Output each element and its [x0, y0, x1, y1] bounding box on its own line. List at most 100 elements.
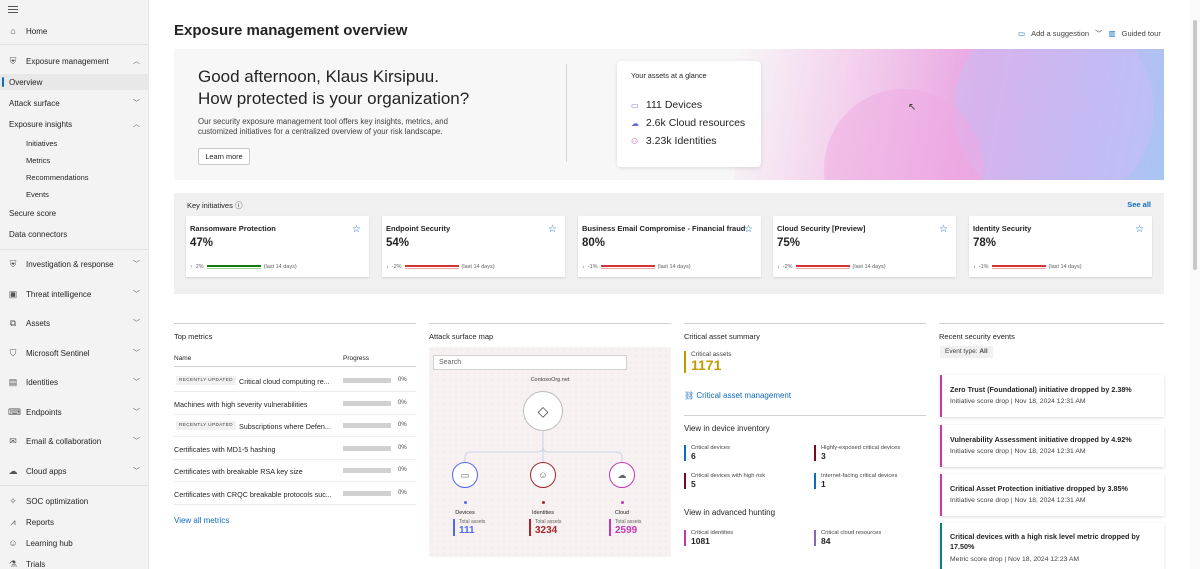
sidebar-item-events[interactable]: Events — [0, 186, 149, 202]
sidebar-item-identities[interactable]: ▤ Identities ﹀ — [0, 374, 149, 390]
info-icon[interactable]: ⓘ — [235, 201, 243, 210]
progress-bar — [343, 468, 391, 473]
sidebar-item-data-connectors[interactable]: Data connectors — [0, 226, 149, 242]
sidebar-item-trials[interactable]: ⚗ Trials — [0, 556, 149, 569]
menu-icon[interactable] — [8, 6, 18, 15]
table-row[interactable]: RECENTLY UPDATED Critical cloud computing… — [174, 370, 416, 392]
table-row[interactable]: Certificates with MD1-5 hashing 0% — [174, 438, 416, 460]
devices-node-icon[interactable]: ▭ — [452, 462, 478, 488]
star-icon[interactable]: ☆ — [939, 224, 948, 235]
recently-updated-badge: RECENTLY UPDATED — [176, 421, 236, 430]
event-card[interactable]: Critical devices with a high risk level … — [940, 523, 1164, 569]
guided-tour-button[interactable]: Guided tour — [1122, 29, 1161, 38]
sidebar-item-cloud-apps[interactable]: ☁ Cloud apps ﹀ — [0, 463, 149, 479]
table-row[interactable]: Certificates with CRQC breakable protoco… — [174, 483, 416, 505]
cloud-node-icon[interactable]: ☁ — [609, 462, 635, 488]
critical-identities[interactable]: Critical identities 1081 — [684, 530, 733, 546]
page-scrollbar[interactable] — [1190, 0, 1200, 569]
glance-cloud-resources[interactable]: ☁ 2.6k Cloud resources — [631, 117, 745, 129]
initiative-card[interactable]: Cloud Security [Preview] ☆ 75% ↓ -2% (las… — [773, 216, 956, 277]
sidebar-item-email[interactable]: ✉ Email & collaboration ﹀ — [0, 433, 149, 449]
progress-value: 0% — [398, 467, 407, 473]
critical-assets-count[interactable]: Critical assets 1171 — [684, 351, 731, 373]
sidebar-item-label: Endpoints — [26, 407, 62, 417]
attack-surface-map[interactable]: Search ContosoOrg.net ◇ ▭ ☺ ☁ Devices Id… — [429, 347, 671, 557]
key-initiatives-title: Key initiatives ⓘ — [187, 201, 243, 210]
event-card[interactable]: Zero Trust (Foundational) initiative dro… — [940, 375, 1164, 417]
initiative-card[interactable]: Identity Security ☆ 78% ↓ -1% (last 14 da… — [969, 216, 1152, 277]
sidebar-item-label: Assets — [26, 318, 51, 328]
critical-devices[interactable]: Critical devices 6 — [684, 445, 730, 461]
see-all-link[interactable]: See all — [1127, 200, 1151, 209]
sparkline — [600, 265, 655, 269]
scrollbar-thumb[interactable] — [1193, 20, 1197, 270]
column-header-name[interactable]: Name — [174, 355, 191, 362]
event-title: Zero Trust (Foundational) initiative dro… — [950, 385, 1132, 394]
add-suggestion-button[interactable]: Add a suggestion — [1031, 29, 1089, 38]
sidebar-item-metrics[interactable]: Metrics — [0, 152, 149, 168]
hero-background — [734, 49, 1164, 180]
column-header-progress[interactable]: Progress — [343, 355, 369, 362]
event-meta: Metric score drop | Nov 18, 2024 12:23 A… — [950, 556, 1080, 563]
sidebar-item-threat-intelligence[interactable]: ▣ Threat intelligence ﹀ — [0, 286, 149, 302]
star-icon[interactable]: ☆ — [352, 224, 361, 235]
sidebar-item-recommendations[interactable]: Recommendations — [0, 169, 149, 185]
glance-identities[interactable]: ⚇ 3.23k Identities — [631, 135, 717, 147]
event-type-filter[interactable]: Event type: All — [940, 346, 993, 358]
sidebar-item-label: Metrics — [26, 155, 51, 165]
sidebar-item-secure-score[interactable]: Secure score — [0, 205, 149, 221]
learn-more-button[interactable]: Learn more — [198, 148, 250, 165]
event-card[interactable]: Critical Asset Protection initiative dro… — [940, 474, 1164, 516]
sidebar-item-endpoints[interactable]: ⌨ Endpoints ﹀ — [0, 404, 149, 420]
sidebar-item-reports[interactable]: ⩘ Reports — [0, 514, 149, 530]
sidebar-item-initiatives[interactable]: Initiatives — [0, 135, 149, 151]
star-icon[interactable]: ☆ — [744, 224, 753, 235]
critical-cloud-resources[interactable]: Critical cloud resources 84 — [814, 530, 881, 546]
shield-icon: ⛨ — [9, 259, 17, 269]
hero-greeting: Good afternoon, Klaus Kirsipuu. How prot… — [198, 66, 469, 110]
chevron-down-icon[interactable]: ﹀ — [1095, 28, 1103, 39]
initiative-card[interactable]: Endpoint Security ☆ 54% ↓ -2% (last 14 da… — [382, 216, 565, 277]
chevron-up-icon: ︿ — [133, 121, 140, 128]
cloud-icon: ☁ — [631, 119, 639, 128]
table-row[interactable]: Machines with high severity vulnerabilit… — [174, 393, 416, 415]
top-actions: ▭ Add a suggestion ﹀ ▥ Guided tour — [1018, 28, 1161, 39]
critical-asset-management-link[interactable]: ⛓ Critical asset management — [684, 391, 791, 400]
glance-devices[interactable]: ▭ 111 Devices — [631, 99, 702, 111]
event-card[interactable]: Vulnerability Assessment initiative drop… — [940, 425, 1164, 467]
table-row[interactable]: RECENTLY UPDATED Subscriptions where Defe… — [174, 415, 416, 437]
sidebar-item-soc-optimization[interactable]: ✧ SOC optimization — [0, 493, 149, 509]
table-row[interactable]: Certificates with breakable RSA key size… — [174, 460, 416, 482]
sidebar-item-attack-surface[interactable]: Attack surface ﹀ — [0, 95, 149, 111]
glance-value: 3.23k — [645, 135, 672, 147]
sidebar-item-assets[interactable]: ⧉ Assets ﹀ — [0, 315, 149, 331]
page-title: Exposure management overview — [174, 22, 408, 39]
chevron-down-icon: ﹀ — [133, 409, 140, 416]
identities-node-icon[interactable]: ☺ — [530, 462, 556, 488]
sidebar-item-investigation[interactable]: ⛨ Investigation & response ﹀ — [0, 256, 149, 272]
section-rule — [939, 323, 1164, 324]
sentinel-icon: ⛉ — [9, 348, 17, 358]
star-icon[interactable]: ☆ — [1135, 224, 1144, 235]
organization-node-icon[interactable]: ◇ — [523, 391, 563, 431]
sidebar-item-overview[interactable]: Overview — [0, 74, 149, 90]
chevron-up-icon: ︿ — [133, 58, 140, 65]
sidebar-item-learning-hub[interactable]: ☺ Learning hub — [0, 535, 149, 551]
highly-exposed-critical-devices[interactable]: Highly-exposed critical devices 3 — [814, 445, 900, 461]
advanced-hunting-title: View in advanced hunting — [684, 508, 776, 517]
sidebar-divider — [0, 485, 148, 486]
view-all-metrics-link[interactable]: View all metrics — [174, 516, 229, 525]
star-icon[interactable]: ☆ — [548, 224, 557, 235]
sidebar-item-home[interactable]: ⌂ Home — [0, 23, 149, 39]
internet-facing-critical-devices[interactable]: Internet-facing critical devices 1 — [814, 473, 897, 489]
sidebar-item-exposure-insights[interactable]: Exposure insights ︿ — [0, 116, 149, 132]
device-inventory-title: View in device inventory — [684, 424, 770, 433]
initiative-card[interactable]: Business Email Compromise - Financial fr… — [578, 216, 761, 277]
sidebar-item-sentinel[interactable]: ⛉ Microsoft Sentinel ﹀ — [0, 345, 149, 361]
sidebar-item-label: Exposure management — [26, 56, 109, 66]
initiative-card[interactable]: Ransomware Protection ☆ 47% ↑ 2% (last 14… — [186, 216, 369, 277]
sidebar-item-exposure-management[interactable]: ⛨ Exposure management ︿ — [0, 53, 149, 69]
critical-devices-high-risk[interactable]: Critical devices with high risk 5 — [684, 473, 765, 489]
threat-icon: ▣ — [8, 289, 18, 299]
hero-divider — [566, 64, 567, 162]
